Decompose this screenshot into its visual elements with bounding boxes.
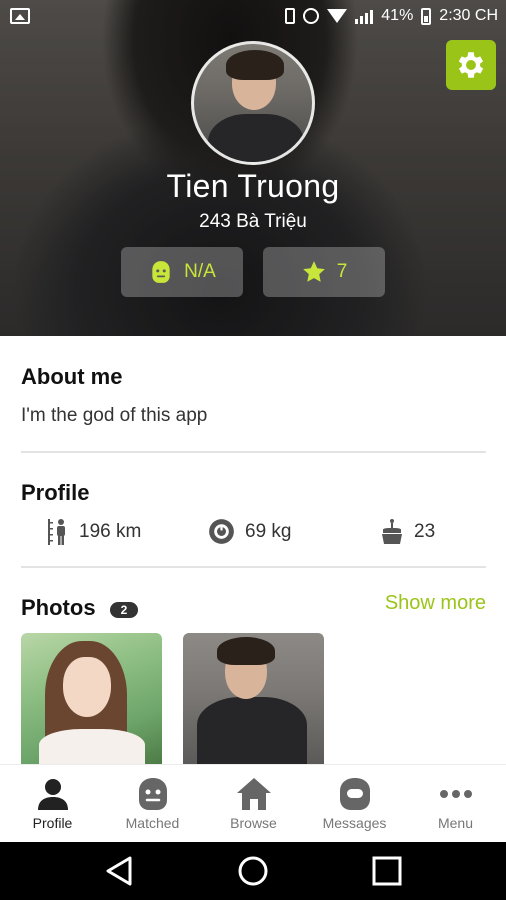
avatar[interactable] (191, 41, 315, 165)
nav-item-matched[interactable]: Matched (102, 765, 203, 843)
settings-button[interactable] (446, 40, 496, 90)
face-icon (152, 261, 170, 283)
nav-item-browse[interactable]: Browse (203, 765, 304, 843)
home-circle-icon[interactable] (235, 854, 271, 888)
mood-button[interactable]: N/A (121, 247, 243, 297)
nav-item-profile[interactable]: Profile (2, 765, 103, 843)
gear-icon (458, 52, 484, 78)
battery-percent: 41% (381, 7, 414, 24)
nav-label: Menu (437, 815, 474, 831)
height-stat: 196 km (47, 518, 141, 546)
show-more-link[interactable]: Show more (385, 592, 486, 615)
cake-icon (382, 519, 402, 544)
alarm-icon (303, 8, 320, 24)
about-text: I'm the god of this app (21, 405, 208, 426)
signal-icon (355, 8, 374, 24)
gallery-notification-icon (10, 8, 30, 24)
matched-face-icon (138, 778, 167, 810)
photo-thumbnail[interactable] (183, 633, 324, 765)
messages-icon (339, 778, 370, 810)
profile-address: 243 Bà Triệu (199, 211, 307, 232)
height-icon (48, 519, 65, 545)
stars-button[interactable]: 7 (263, 247, 385, 297)
profile-title: Profile (21, 480, 90, 505)
weight-stat: 69 kg (208, 518, 291, 545)
bottom-navigation: Profile Matched Browse Messages Menu (0, 764, 506, 842)
home-icon (236, 778, 271, 810)
weight-scale-icon (209, 519, 234, 544)
nav-item-messages[interactable]: Messages (304, 765, 405, 843)
person-icon (37, 779, 68, 810)
back-icon[interactable] (102, 854, 138, 888)
star-count: 7 (336, 261, 348, 282)
age-stat: 23 (380, 518, 435, 546)
star-icon (302, 261, 325, 282)
profile-header: 41% 2:30 CH Tien Truong 243 Bà Triệu N/A… (0, 0, 506, 336)
system-navigation-bar (0, 842, 506, 900)
nav-label: Matched (125, 815, 180, 831)
profile-name: Tien Truong (166, 168, 340, 204)
weight-value: 69 kg (245, 520, 292, 542)
more-dots-icon (439, 790, 472, 798)
about-title: About me (21, 364, 123, 389)
nav-item-menu[interactable]: Menu (405, 765, 506, 843)
photo-thumbnail[interactable] (21, 633, 162, 765)
nav-label: Browse (230, 815, 277, 831)
status-bar: 41% 2:30 CH (0, 0, 506, 34)
height-value: 196 km (79, 521, 142, 542)
divider (21, 451, 486, 453)
battery-icon (421, 7, 432, 25)
nav-label: Messages (322, 815, 387, 831)
divider (21, 566, 486, 568)
recents-icon[interactable] (369, 854, 405, 888)
mood-label: N/A (184, 261, 216, 282)
nav-label: Profile (32, 815, 73, 831)
vibrate-icon (285, 8, 296, 24)
photos-title: Photos (21, 595, 96, 620)
clock: 2:30 CH (439, 7, 498, 24)
age-value: 23 (414, 521, 436, 542)
photos-count-badge: 2 (110, 602, 138, 618)
wifi-icon (327, 9, 348, 23)
